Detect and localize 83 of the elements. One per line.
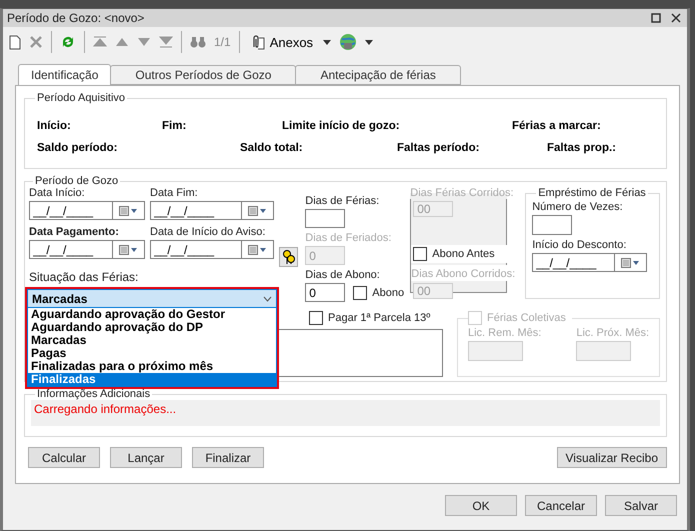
- field-label: Situação das Férias:: [29, 271, 140, 284]
- field-label: Saldo total:: [240, 142, 303, 154]
- calendar-icon: [119, 244, 138, 254]
- calendar-icon: [248, 244, 267, 254]
- checkbox-label: Abono: [372, 286, 404, 298]
- field-label: Dias de Feriados:: [305, 232, 392, 245]
- dialog-button[interactable]: Salvar: [605, 495, 677, 516]
- dropdown-value[interactable]: Marcadas: [27, 289, 277, 308]
- action-button[interactable]: Calcular: [28, 447, 100, 468]
- keys-icon: [282, 249, 296, 265]
- receipt-button[interactable]: Visualizar Recibo: [556, 447, 667, 468]
- record-counter: 1/1: [214, 35, 231, 49]
- group-title: Dias Férias Corridos:: [409, 187, 515, 199]
- calendar-button[interactable]: [112, 240, 145, 259]
- up-arrow-icon[interactable]: [115, 37, 129, 47]
- window-title: Período de Gozo: <novo>: [7, 11, 144, 25]
- calendar-icon: [119, 206, 138, 216]
- refresh-icon[interactable]: [60, 34, 76, 50]
- field-label: Lic. Rem. Mês:: [468, 327, 542, 340]
- bonus-days-field[interactable]: 0: [305, 283, 346, 302]
- date-field[interactable]: __/__/____: [532, 253, 614, 272]
- last-record-icon[interactable]: [159, 36, 173, 48]
- field-label: Data Pagamento:: [29, 226, 120, 239]
- field-label: Dias de Abono:: [305, 269, 381, 282]
- first-record-icon[interactable]: [93, 36, 107, 48]
- tab[interactable]: Antecipação de férias: [295, 65, 461, 85]
- date-field[interactable]: __/__/____: [29, 201, 112, 220]
- globe-icon[interactable]: [339, 33, 358, 51]
- field-label: Data Início:: [29, 187, 86, 200]
- dialog-button[interactable]: OK: [445, 495, 517, 516]
- status-dropdown[interactable]: Marcadas Aguardando aprovação do Gestor Aguardando aprovação do DP Marcadas Pagas Finalizadas para o próximo mês Finalizadas: [25, 287, 279, 389]
- date-field[interactable]: __/__/____: [29, 240, 112, 259]
- calendar-icon: [248, 206, 267, 216]
- attachments-button[interactable]: Anexos: [248, 32, 316, 52]
- down-arrow-icon[interactable]: [137, 37, 151, 47]
- checkbox[interactable]: [353, 286, 368, 300]
- status-message: Carregando informações...: [34, 402, 176, 416]
- group-title: Empréstimo de Férias: [537, 187, 647, 199]
- calendar-button[interactable]: [241, 201, 274, 220]
- group-title: Período de Gozo: [34, 175, 120, 187]
- date-field[interactable]: __/__/____: [150, 201, 241, 220]
- action-button[interactable]: Finalizar: [192, 447, 264, 468]
- restore-icon[interactable]: [651, 13, 661, 23]
- times-field[interactable]: [532, 215, 572, 235]
- field-label: Número de Vezes:: [532, 201, 624, 214]
- field-label: Faltas período:: [397, 142, 480, 154]
- action-button[interactable]: Lançar: [110, 447, 182, 468]
- calendar-icon: [621, 258, 640, 268]
- calendar-button[interactable]: [614, 253, 648, 272]
- checkbox-label: Férias Coletivas: [487, 312, 566, 324]
- checkbox[interactable]: [413, 247, 428, 261]
- delete-icon[interactable]: [29, 35, 43, 49]
- chevron-icon: [263, 296, 272, 302]
- days-field[interactable]: [305, 209, 346, 228]
- checkbox-label: Pagar 1ª Parcela 13º: [328, 312, 430, 324]
- dialog-button[interactable]: Cancelar: [525, 495, 597, 516]
- checkbox-label: Abono Antes: [432, 248, 495, 260]
- field-label: Início:: [37, 120, 71, 132]
- field-label: Início do Desconto:: [532, 239, 628, 252]
- keys-button[interactable]: [279, 247, 298, 267]
- field-label: Dias de Férias:: [305, 195, 380, 208]
- calendar-button[interactable]: [112, 201, 145, 220]
- group-title: Período Aquisitivo: [36, 92, 126, 104]
- dropdown-option[interactable]: Finalizadas: [28, 373, 276, 386]
- tab[interactable]: Outros Períodos de Gozo: [110, 65, 296, 85]
- field-label: Data Fim:: [150, 187, 199, 200]
- field-label: Limite início de gozo:: [282, 120, 400, 132]
- date-field[interactable]: __/__/____: [150, 240, 241, 259]
- tab[interactable]: Identificação: [18, 64, 112, 85]
- dropdown-arrow-icon[interactable]: [365, 40, 374, 44]
- field-label: Faltas prop.:: [547, 142, 616, 154]
- dropdown-arrow-icon[interactable]: [323, 40, 332, 44]
- new-document-icon[interactable]: [9, 34, 21, 50]
- close-icon[interactable]: [671, 13, 681, 23]
- field-label: Saldo período:: [37, 142, 118, 154]
- checkbox[interactable]: [309, 311, 323, 325]
- field-label: Data de Início do Aviso:: [150, 226, 266, 239]
- binoculars-icon[interactable]: [190, 36, 206, 48]
- calendar-button[interactable]: [241, 240, 274, 259]
- field-label: Férias a marcar:: [512, 120, 601, 132]
- field-label: Lic. Próx. Mês:: [576, 327, 650, 340]
- group-title: Informações Adicionais: [36, 388, 152, 400]
- field-label: Fim:: [162, 120, 186, 132]
